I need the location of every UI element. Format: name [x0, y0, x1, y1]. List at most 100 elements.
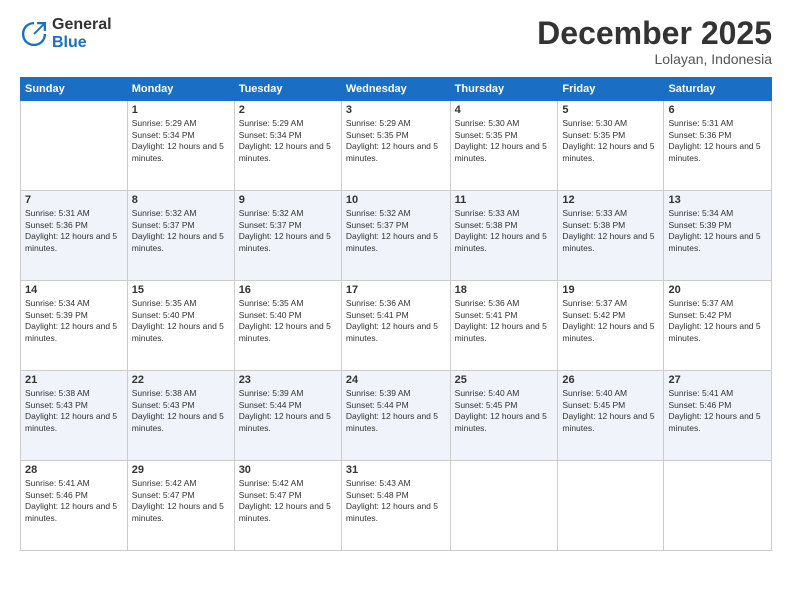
table-row: 23 Sunrise: 5:39 AMSunset: 5:44 PMDaylig…	[234, 371, 341, 461]
day-info: Sunrise: 5:37 AMSunset: 5:42 PMDaylight:…	[668, 298, 767, 344]
day-info: Sunrise: 5:40 AMSunset: 5:45 PMDaylight:…	[562, 388, 659, 434]
calendar-week-row: 14 Sunrise: 5:34 AMSunset: 5:39 PMDaylig…	[21, 281, 772, 371]
table-row: 3 Sunrise: 5:29 AMSunset: 5:35 PMDayligh…	[341, 101, 450, 191]
col-saturday: Saturday	[664, 78, 772, 101]
table-row: 5 Sunrise: 5:30 AMSunset: 5:35 PMDayligh…	[558, 101, 664, 191]
table-row: 16 Sunrise: 5:35 AMSunset: 5:40 PMDaylig…	[234, 281, 341, 371]
day-info: Sunrise: 5:43 AMSunset: 5:48 PMDaylight:…	[346, 478, 446, 524]
day-info: Sunrise: 5:36 AMSunset: 5:41 PMDaylight:…	[346, 298, 446, 344]
header: General Blue December 2025 Lolayan, Indo…	[20, 16, 772, 67]
table-row: 24 Sunrise: 5:39 AMSunset: 5:44 PMDaylig…	[341, 371, 450, 461]
day-info: Sunrise: 5:41 AMSunset: 5:46 PMDaylight:…	[668, 388, 767, 434]
day-info: Sunrise: 5:29 AMSunset: 5:34 PMDaylight:…	[239, 118, 337, 164]
day-number: 24	[346, 374, 446, 386]
title-block: December 2025 Lolayan, Indonesia	[537, 16, 772, 67]
col-monday: Monday	[127, 78, 234, 101]
day-number: 4	[455, 104, 554, 116]
table-row: 18 Sunrise: 5:36 AMSunset: 5:41 PMDaylig…	[450, 281, 558, 371]
col-tuesday: Tuesday	[234, 78, 341, 101]
table-row: 10 Sunrise: 5:32 AMSunset: 5:37 PMDaylig…	[341, 191, 450, 281]
day-info: Sunrise: 5:35 AMSunset: 5:40 PMDaylight:…	[239, 298, 337, 344]
col-sunday: Sunday	[21, 78, 128, 101]
day-info: Sunrise: 5:38 AMSunset: 5:43 PMDaylight:…	[25, 388, 123, 434]
day-number: 13	[668, 194, 767, 206]
day-number: 18	[455, 284, 554, 296]
day-info: Sunrise: 5:30 AMSunset: 5:35 PMDaylight:…	[455, 118, 554, 164]
table-row: 14 Sunrise: 5:34 AMSunset: 5:39 PMDaylig…	[21, 281, 128, 371]
day-number: 2	[239, 104, 337, 116]
calendar: Sunday Monday Tuesday Wednesday Thursday…	[20, 77, 772, 551]
day-info: Sunrise: 5:35 AMSunset: 5:40 PMDaylight:…	[132, 298, 230, 344]
table-row: 25 Sunrise: 5:40 AMSunset: 5:45 PMDaylig…	[450, 371, 558, 461]
day-number: 26	[562, 374, 659, 386]
day-info: Sunrise: 5:29 AMSunset: 5:35 PMDaylight:…	[346, 118, 446, 164]
day-info: Sunrise: 5:40 AMSunset: 5:45 PMDaylight:…	[455, 388, 554, 434]
calendar-week-row: 21 Sunrise: 5:38 AMSunset: 5:43 PMDaylig…	[21, 371, 772, 461]
day-number: 8	[132, 194, 230, 206]
table-row	[450, 461, 558, 551]
day-info: Sunrise: 5:34 AMSunset: 5:39 PMDaylight:…	[25, 298, 123, 344]
location: Lolayan, Indonesia	[537, 51, 772, 67]
table-row: 7 Sunrise: 5:31 AMSunset: 5:36 PMDayligh…	[21, 191, 128, 281]
col-wednesday: Wednesday	[341, 78, 450, 101]
day-number: 29	[132, 464, 230, 476]
day-number: 16	[239, 284, 337, 296]
table-row: 4 Sunrise: 5:30 AMSunset: 5:35 PMDayligh…	[450, 101, 558, 191]
day-info: Sunrise: 5:36 AMSunset: 5:41 PMDaylight:…	[455, 298, 554, 344]
table-row: 19 Sunrise: 5:37 AMSunset: 5:42 PMDaylig…	[558, 281, 664, 371]
day-number: 21	[25, 374, 123, 386]
page: General Blue December 2025 Lolayan, Indo…	[0, 0, 792, 612]
day-info: Sunrise: 5:32 AMSunset: 5:37 PMDaylight:…	[239, 208, 337, 254]
day-number: 30	[239, 464, 337, 476]
day-number: 17	[346, 284, 446, 296]
day-info: Sunrise: 5:33 AMSunset: 5:38 PMDaylight:…	[455, 208, 554, 254]
day-number: 1	[132, 104, 230, 116]
day-info: Sunrise: 5:32 AMSunset: 5:37 PMDaylight:…	[346, 208, 446, 254]
month-title: December 2025	[537, 16, 772, 51]
table-row: 2 Sunrise: 5:29 AMSunset: 5:34 PMDayligh…	[234, 101, 341, 191]
table-row: 8 Sunrise: 5:32 AMSunset: 5:37 PMDayligh…	[127, 191, 234, 281]
day-info: Sunrise: 5:34 AMSunset: 5:39 PMDaylight:…	[668, 208, 767, 254]
table-row: 15 Sunrise: 5:35 AMSunset: 5:40 PMDaylig…	[127, 281, 234, 371]
col-friday: Friday	[558, 78, 664, 101]
logo: General Blue	[20, 16, 112, 52]
table-row: 12 Sunrise: 5:33 AMSunset: 5:38 PMDaylig…	[558, 191, 664, 281]
table-row: 29 Sunrise: 5:42 AMSunset: 5:47 PMDaylig…	[127, 461, 234, 551]
day-number: 7	[25, 194, 123, 206]
day-number: 22	[132, 374, 230, 386]
day-info: Sunrise: 5:29 AMSunset: 5:34 PMDaylight:…	[132, 118, 230, 164]
calendar-week-row: 7 Sunrise: 5:31 AMSunset: 5:36 PMDayligh…	[21, 191, 772, 281]
table-row: 26 Sunrise: 5:40 AMSunset: 5:45 PMDaylig…	[558, 371, 664, 461]
day-number: 27	[668, 374, 767, 386]
logo-text: General Blue	[52, 16, 112, 52]
day-number: 10	[346, 194, 446, 206]
logo-blue: Blue	[52, 34, 87, 51]
day-number: 15	[132, 284, 230, 296]
day-info: Sunrise: 5:39 AMSunset: 5:44 PMDaylight:…	[346, 388, 446, 434]
day-number: 28	[25, 464, 123, 476]
calendar-week-row: 28 Sunrise: 5:41 AMSunset: 5:46 PMDaylig…	[21, 461, 772, 551]
day-info: Sunrise: 5:30 AMSunset: 5:35 PMDaylight:…	[562, 118, 659, 164]
day-number: 6	[668, 104, 767, 116]
table-row: 30 Sunrise: 5:42 AMSunset: 5:47 PMDaylig…	[234, 461, 341, 551]
table-row: 28 Sunrise: 5:41 AMSunset: 5:46 PMDaylig…	[21, 461, 128, 551]
day-number: 20	[668, 284, 767, 296]
day-info: Sunrise: 5:38 AMSunset: 5:43 PMDaylight:…	[132, 388, 230, 434]
day-number: 9	[239, 194, 337, 206]
table-row: 9 Sunrise: 5:32 AMSunset: 5:37 PMDayligh…	[234, 191, 341, 281]
table-row	[558, 461, 664, 551]
day-info: Sunrise: 5:42 AMSunset: 5:47 PMDaylight:…	[132, 478, 230, 524]
calendar-week-row: 1 Sunrise: 5:29 AMSunset: 5:34 PMDayligh…	[21, 101, 772, 191]
day-info: Sunrise: 5:33 AMSunset: 5:38 PMDaylight:…	[562, 208, 659, 254]
table-row: 17 Sunrise: 5:36 AMSunset: 5:41 PMDaylig…	[341, 281, 450, 371]
table-row: 13 Sunrise: 5:34 AMSunset: 5:39 PMDaylig…	[664, 191, 772, 281]
day-info: Sunrise: 5:41 AMSunset: 5:46 PMDaylight:…	[25, 478, 123, 524]
table-row: 1 Sunrise: 5:29 AMSunset: 5:34 PMDayligh…	[127, 101, 234, 191]
logo-general: General	[52, 16, 112, 33]
table-row: 20 Sunrise: 5:37 AMSunset: 5:42 PMDaylig…	[664, 281, 772, 371]
calendar-header-row: Sunday Monday Tuesday Wednesday Thursday…	[21, 78, 772, 101]
day-number: 11	[455, 194, 554, 206]
table-row: 11 Sunrise: 5:33 AMSunset: 5:38 PMDaylig…	[450, 191, 558, 281]
day-info: Sunrise: 5:39 AMSunset: 5:44 PMDaylight:…	[239, 388, 337, 434]
day-info: Sunrise: 5:31 AMSunset: 5:36 PMDaylight:…	[25, 208, 123, 254]
